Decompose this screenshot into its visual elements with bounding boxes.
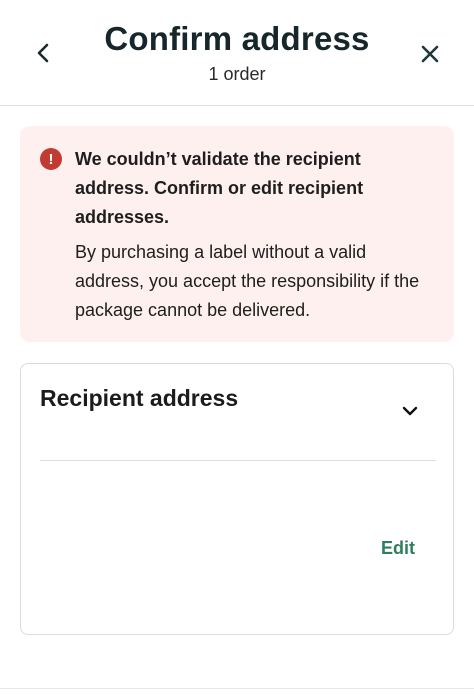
expand-toggle[interactable] (399, 400, 421, 422)
header: Confirm address 1 order (0, 0, 474, 106)
card-divider (40, 460, 436, 461)
validation-warning-banner: ! We couldn’t validate the recipient add… (20, 126, 454, 342)
warning-text: We couldn’t validate the recipient addre… (75, 145, 435, 325)
warning-body: By purchasing a label without a valid ad… (75, 242, 420, 320)
close-button[interactable] (414, 38, 446, 70)
bottom-divider (0, 688, 474, 689)
close-icon (421, 45, 439, 63)
edit-address-link[interactable]: Edit (381, 538, 415, 559)
alert-circle-icon: ! (40, 148, 62, 170)
recipient-address-card: Recipient address Edit (20, 363, 454, 635)
chevron-down-icon (402, 406, 418, 416)
recipient-address-title: Recipient address (40, 385, 239, 411)
order-count: 1 order (208, 64, 266, 84)
warning-heading: We couldn’t validate the recipient addre… (75, 149, 364, 227)
page-title: Confirm address (104, 20, 370, 57)
